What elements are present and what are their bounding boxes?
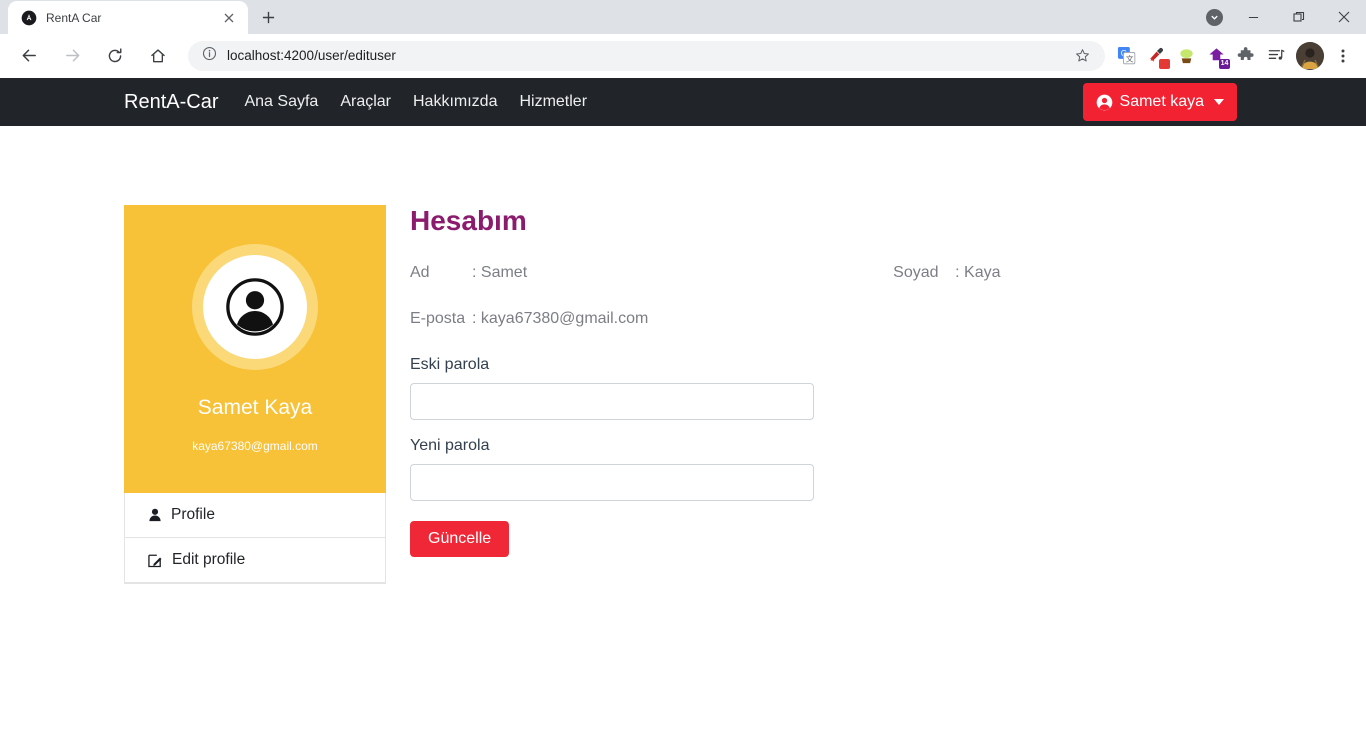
new-password-input[interactable] — [410, 464, 814, 501]
new-password-label: Yeni parola — [410, 437, 1300, 455]
last-name-value: : Kaya — [955, 264, 1000, 282]
browser-toolbar: localhost:4200/user/edituser G 文 — [0, 34, 1366, 78]
nav-link-hakkimizda[interactable]: Hakkımızda — [413, 93, 497, 111]
first-name-value: : Samet — [472, 264, 527, 282]
first-name-field: Ad : Samet — [410, 264, 527, 282]
playlist-music-icon[interactable] — [1262, 42, 1290, 70]
purple-arrow-icon[interactable]: 14 — [1202, 42, 1230, 70]
window-controls — [1197, 0, 1366, 34]
navbar-links: Ana Sayfa Araçlar Hakkımızda Hizmetler — [244, 93, 587, 111]
pencil-square-icon — [148, 553, 163, 568]
chevron-down-circle-icon[interactable] — [1197, 0, 1231, 34]
address-bar-url: localhost:4200/user/edituser — [227, 48, 1061, 63]
tab-title: RentA Car — [46, 11, 211, 25]
email-field: E-posta : kaya67380@gmail.com — [410, 310, 648, 328]
nav-link-araclar[interactable]: Araçlar — [340, 93, 391, 111]
back-arrow-icon[interactable] — [13, 40, 45, 72]
user-circle-icon — [1096, 94, 1113, 111]
caret-down-icon — [1214, 99, 1224, 105]
nav-link-hizmetler[interactable]: Hizmetler — [519, 93, 587, 111]
page-content: Samet Kaya kaya67380@gmail.com Profile — [0, 126, 1366, 134]
old-password-input[interactable] — [410, 383, 814, 420]
google-translate-icon[interactable]: G 文 — [1112, 42, 1140, 70]
page-viewport: RentA-Car Ana Sayfa Araçlar Hakkımızda H… — [0, 78, 1366, 738]
navbar-brand[interactable]: RentA-Car — [124, 91, 218, 114]
home-icon[interactable] — [142, 40, 174, 72]
profile-card-header: Samet Kaya kaya67380@gmail.com — [124, 205, 386, 493]
maximize-button[interactable] — [1276, 0, 1321, 34]
address-bar[interactable]: localhost:4200/user/edituser — [188, 41, 1105, 71]
angular-logo-icon — [20, 9, 37, 26]
close-icon[interactable] — [220, 9, 238, 27]
puzzle-piece-icon[interactable] — [1232, 42, 1260, 70]
user-menu-button[interactable]: Samet kaya — [1083, 83, 1237, 121]
first-name-label: Ad — [410, 264, 472, 282]
three-dot-menu-icon[interactable] — [1330, 42, 1356, 70]
forward-arrow-icon[interactable] — [56, 40, 88, 72]
browser-window: RentA Car — [0, 0, 1366, 738]
profile-email: kaya67380@gmail.com — [192, 439, 318, 453]
profile-card: Samet Kaya kaya67380@gmail.com Profile — [124, 205, 386, 584]
minimize-button[interactable] — [1231, 0, 1276, 34]
sidebar-item-profile[interactable]: Profile — [125, 493, 385, 538]
new-tab-button[interactable] — [254, 3, 282, 31]
star-icon[interactable] — [1071, 45, 1093, 67]
account-panel: Hesabım Ad : Samet Soyad : Kaya E-posta … — [410, 205, 1300, 557]
close-window-button[interactable] — [1321, 0, 1366, 34]
nav-link-ana-sayfa[interactable]: Ana Sayfa — [244, 93, 318, 111]
user-circle-icon — [224, 276, 286, 338]
svg-text:文: 文 — [1125, 54, 1133, 64]
reload-icon[interactable] — [99, 40, 131, 72]
plant-pot-icon[interactable] — [1172, 42, 1200, 70]
extension-badge-count: 14 — [1219, 59, 1230, 69]
old-password-label: Eski parola — [410, 356, 1300, 374]
sidebar-item-label: Edit profile — [172, 551, 245, 569]
last-name-field: Soyad : Kaya — [893, 264, 1000, 282]
eyedropper-icon[interactable] — [1142, 42, 1170, 70]
profile-name: Samet Kaya — [198, 396, 312, 420]
email-info-row: E-posta : kaya67380@gmail.com — [410, 310, 1300, 328]
site-navbar: RentA-Car Ana Sayfa Araçlar Hakkımızda H… — [0, 78, 1366, 126]
user-avatar-icon[interactable] — [1296, 42, 1324, 70]
user-icon — [148, 508, 162, 522]
eyedropper-badge — [1159, 59, 1170, 69]
info-circle-icon[interactable] — [202, 46, 217, 66]
sidebar-item-edit-profile[interactable]: Edit profile — [125, 538, 385, 583]
name-info-row: Ad : Samet Soyad : Kaya — [410, 264, 1300, 282]
last-name-label: Soyad — [893, 264, 955, 282]
email-value: : kaya67380@gmail.com — [472, 310, 648, 328]
tab-list: RentA Car — [0, 0, 282, 34]
browser-tab[interactable]: RentA Car — [8, 1, 248, 34]
user-menu-label: Samet kaya — [1120, 93, 1204, 111]
extension-icons: G 文 — [1112, 42, 1358, 70]
page-title: Hesabım — [410, 205, 1300, 237]
profile-nav-list: Profile Edit profile — [124, 493, 386, 584]
browser-tab-strip: RentA Car — [0, 0, 1366, 34]
avatar — [192, 244, 318, 370]
sidebar-item-label: Profile — [171, 506, 215, 524]
update-button[interactable]: Güncelle — [410, 521, 509, 557]
change-password-form: Eski parola Yeni parola Güncelle — [410, 356, 1300, 557]
email-label: E-posta — [410, 310, 472, 328]
navbar-right: Samet kaya — [1083, 83, 1237, 121]
